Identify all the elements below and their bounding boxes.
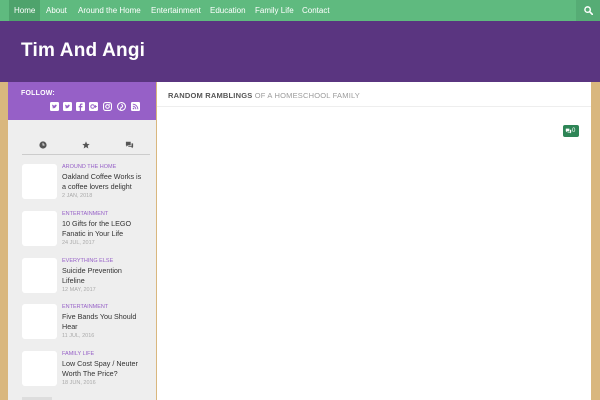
post-title[interactable]: 10 Gifts for the LEGO Fanatic in Your Li…: [62, 219, 146, 238]
follow-box: FOLLOW:: [8, 82, 156, 120]
list-item[interactable]: EVERYTHING ELSE Suicide Prevention Lifel…: [22, 258, 142, 298]
list-item[interactable]: FAMILY LIFE Low Cost Spay / Neuter Worth…: [22, 351, 142, 391]
nav-item-family-life[interactable]: Family Life: [250, 0, 299, 21]
sidebar-tabs: [22, 137, 150, 155]
google-plus-icon[interactable]: [89, 102, 98, 111]
list-item[interactable]: ENTERTAINMENT Five Bands You Should Hear…: [22, 304, 142, 344]
post-date: 11 JUL, 2016: [62, 333, 95, 339]
nav-item-about[interactable]: About: [41, 0, 72, 21]
list-item[interactable]: ENTERTAINMENT 10 Gifts for the LEGO Fana…: [22, 211, 142, 251]
comments-icon: [565, 128, 572, 134]
list-item[interactable]: AROUND THE HOME Oakland Coffee Works is …: [22, 164, 142, 204]
post-category[interactable]: AROUND THE HOME: [62, 164, 116, 170]
post-date: 12 MAY, 2017: [62, 287, 96, 293]
clock-icon: [39, 141, 47, 149]
nav-item-home[interactable]: Home: [9, 0, 41, 21]
star-icon: [82, 141, 90, 149]
facebook-icon[interactable]: [76, 102, 85, 111]
twitter-icon[interactable]: [50, 102, 59, 111]
post-thumbnail[interactable]: [22, 164, 57, 199]
post-thumbnail[interactable]: [22, 211, 57, 246]
pinterest-icon[interactable]: [117, 102, 126, 111]
tab-comments[interactable]: [108, 137, 150, 155]
post-thumbnail[interactable]: [22, 351, 57, 386]
rss-icon[interactable]: [131, 102, 140, 111]
site-header: Tim And Angi: [0, 21, 600, 82]
post-date: 18 JUN, 2016: [62, 380, 96, 386]
site-tagline: RANDOM RAMBLINGS OF A HOMESCHOOL FAMILY: [168, 91, 360, 100]
main-content: RANDOM RAMBLINGS OF A HOMESCHOOL FAMILY …: [157, 82, 591, 400]
sidebar: FOLLOW: AROUND THE HOME Oakland Coffee W…: [8, 82, 156, 400]
nav-search-button[interactable]: [576, 0, 600, 21]
divider: [157, 106, 591, 107]
search-icon: [584, 6, 593, 15]
post-title[interactable]: Low Cost Spay / Neuter Worth The Price?: [62, 359, 146, 378]
post-title[interactable]: Suicide Prevention Lifeline: [62, 266, 146, 285]
comments-icon: [125, 141, 134, 149]
tagline-sub: OF A HOMESCHOOL FAMILY: [254, 91, 361, 100]
tab-popular[interactable]: [65, 137, 107, 155]
post-category[interactable]: ENTERTAINMENT: [62, 211, 108, 217]
post-thumbnail[interactable]: [22, 258, 57, 293]
post-thumbnail[interactable]: [22, 304, 57, 339]
comment-count: 0: [572, 128, 576, 134]
nav-item-contact[interactable]: Contact: [297, 0, 335, 21]
follow-label: FOLLOW:: [21, 90, 55, 97]
post-category[interactable]: ENTERTAINMENT: [62, 304, 108, 310]
site-title[interactable]: Tim And Angi: [21, 40, 145, 62]
nav-item-entertainment[interactable]: Entertainment: [146, 0, 206, 21]
post-title[interactable]: Five Bands You Should Hear: [62, 312, 146, 331]
instagram-icon[interactable]: [103, 102, 112, 111]
post-date: 2 JAN, 2018: [62, 193, 93, 199]
post-category[interactable]: EVERYTHING ELSE: [62, 258, 113, 264]
post-title[interactable]: Oakland Coffee Works is a coffee lovers …: [62, 172, 146, 191]
nav-item-around-the-home[interactable]: Around the Home: [73, 0, 146, 21]
post-date: 24 JUL, 2017: [62, 240, 95, 246]
tab-recent[interactable]: [22, 137, 64, 155]
nav-item-education[interactable]: Education: [205, 0, 251, 21]
post-category[interactable]: FAMILY LIFE: [62, 351, 94, 357]
tagline-strong: RANDOM RAMBLINGS: [168, 91, 253, 100]
top-navigation: Home About Around the Home Entertainment…: [0, 0, 600, 21]
comment-count-badge[interactable]: 0: [563, 125, 579, 137]
twitter-icon[interactable]: [63, 102, 72, 111]
